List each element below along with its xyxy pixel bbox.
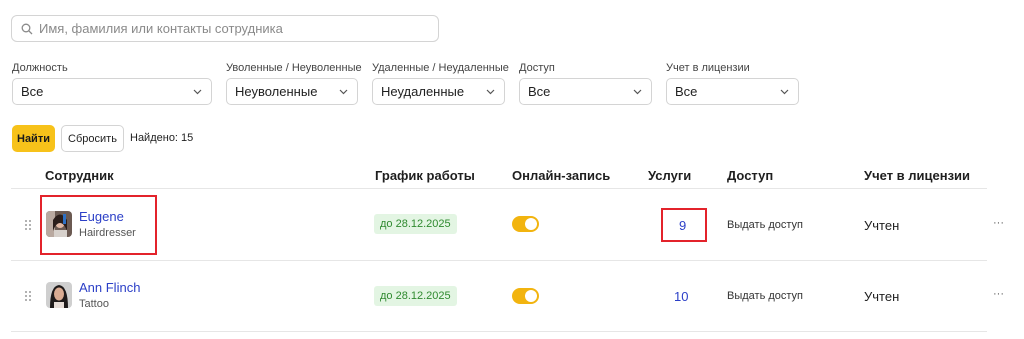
schedule-badge[interactable]: до 28.12.2025	[374, 286, 457, 306]
online-booking-toggle[interactable]	[512, 288, 539, 304]
filter-position-select[interactable]: Все	[12, 78, 212, 105]
more-icon[interactable]: ···	[993, 217, 1004, 229]
chevron-down-icon	[338, 87, 348, 97]
filter-license-select[interactable]: Все	[666, 78, 799, 105]
services-count-link[interactable]: 10	[674, 289, 688, 304]
license-status: Учтен	[864, 289, 900, 304]
found-count: Найдено: 15	[130, 132, 194, 144]
filter-label-access: Доступ	[519, 62, 555, 74]
avatar[interactable]	[46, 282, 72, 308]
drag-handle-icon[interactable]	[25, 220, 31, 230]
chevron-down-icon	[485, 87, 495, 97]
chevron-down-icon	[632, 87, 642, 97]
toggle-knob	[525, 218, 537, 230]
filter-label-deleted: Удаленные / Неудаленные	[372, 62, 509, 74]
drag-handle-icon[interactable]	[25, 291, 31, 301]
divider	[11, 331, 987, 332]
search-input[interactable]	[39, 21, 429, 36]
filter-position-value: Все	[21, 84, 44, 99]
column-header-license: Учет в лицензии	[864, 168, 971, 183]
filter-deleted-value: Неудаленные	[381, 84, 465, 99]
more-icon[interactable]: ···	[993, 288, 1004, 300]
filter-label-license: Учет в лицензии	[666, 62, 750, 74]
services-count-link[interactable]: 9	[679, 218, 686, 233]
chevron-down-icon	[192, 87, 202, 97]
filter-dismissed-select[interactable]: Неуволенные	[226, 78, 358, 105]
table-row[interactable]: Ann Flinch Tattoo до 28.12.2025 10 Выдат…	[0, 261, 1004, 331]
column-header-employee: Сотрудник	[45, 168, 114, 183]
reset-button[interactable]: Сбросить	[61, 125, 124, 152]
license-status: Учтен	[864, 218, 900, 233]
column-header-access: Доступ	[727, 168, 774, 183]
employee-role: Hairdresser	[79, 227, 136, 239]
filter-license-value: Все	[675, 84, 698, 99]
employee-name-link[interactable]: Eugene	[79, 209, 124, 224]
grant-access-link[interactable]: Выдать доступ	[727, 219, 803, 231]
filter-label-dismissed: Уволенные / Неуволенные	[226, 62, 362, 74]
filter-deleted-select[interactable]: Неудаленные	[372, 78, 505, 105]
column-header-online-booking: Онлайн-запись	[512, 168, 611, 183]
filter-access-select[interactable]: Все	[519, 78, 652, 105]
chevron-down-icon	[779, 87, 789, 97]
online-booking-toggle[interactable]	[512, 216, 539, 232]
column-header-services: Услуги	[648, 168, 692, 183]
filter-access-value: Все	[528, 84, 551, 99]
employee-role: Tattoo	[79, 298, 109, 310]
find-button[interactable]: Найти	[12, 125, 55, 152]
column-header-schedule: График работы	[375, 168, 475, 183]
filter-dismissed-value: Неуволенные	[235, 84, 318, 99]
employee-name-link[interactable]: Ann Flinch	[79, 280, 140, 295]
avatar[interactable]	[46, 211, 72, 237]
toggle-knob	[525, 290, 537, 302]
search-icon	[21, 23, 33, 34]
schedule-badge[interactable]: до 28.12.2025	[374, 214, 457, 234]
filter-label-position: Должность	[12, 62, 68, 74]
grant-access-link[interactable]: Выдать доступ	[727, 290, 803, 302]
search-bar[interactable]	[11, 15, 439, 42]
table-row[interactable]: Eugene Hairdresser до 28.12.2025 9 Выдат…	[0, 189, 1004, 260]
